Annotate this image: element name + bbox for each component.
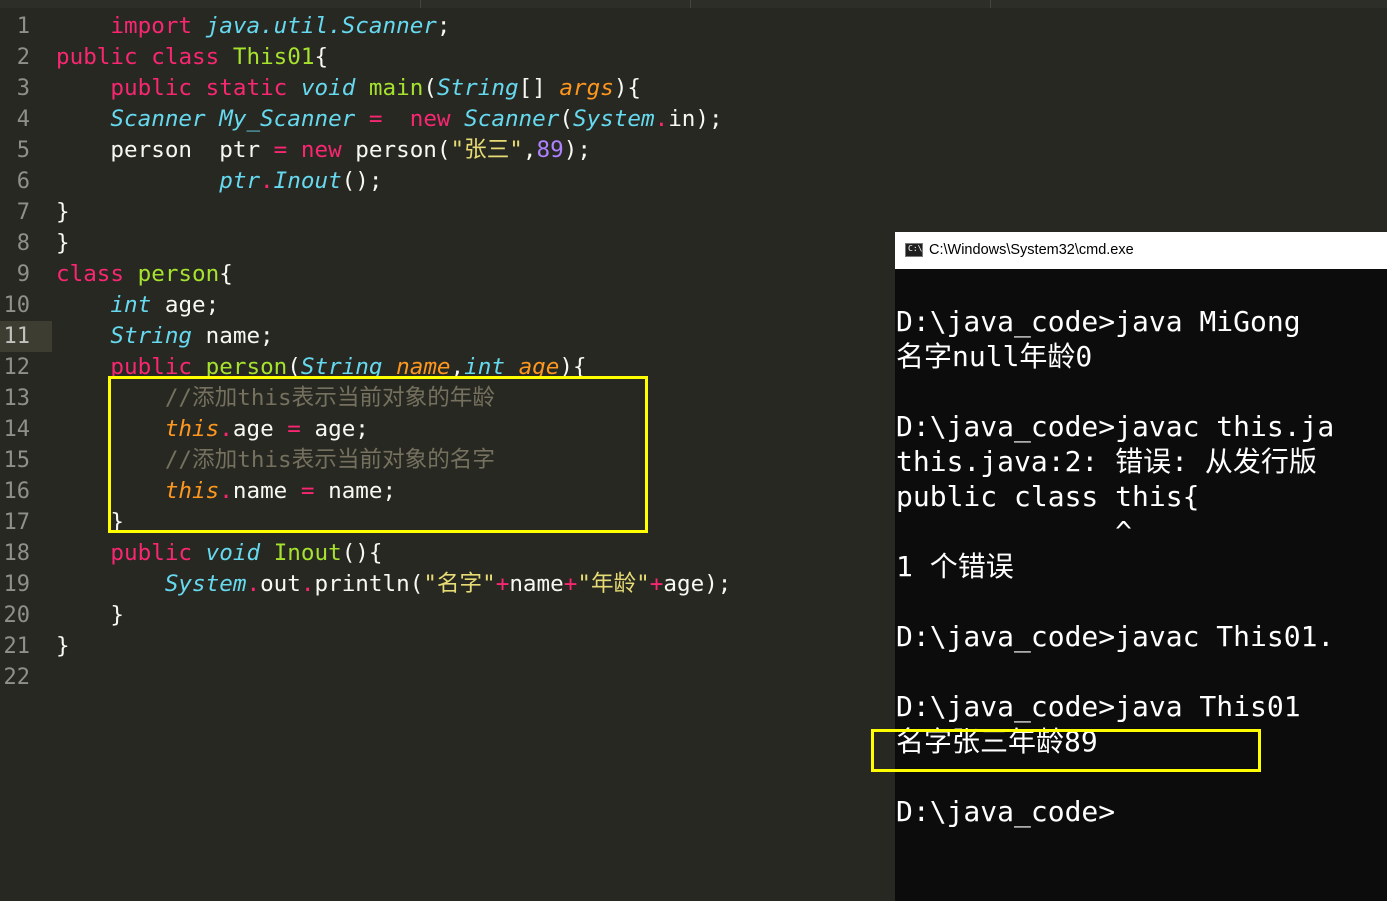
cmd-output-line: 名字null年龄0	[896, 340, 1093, 373]
code-line-3: public static void main(String[] args){	[110, 75, 642, 101]
cmd-window-icon: C:\	[905, 243, 923, 257]
cmd-output-line: public class this{	[896, 480, 1200, 513]
cmd-output-line: D:\java_code>javac This01.	[896, 620, 1335, 653]
line-number: 3	[16, 76, 30, 101]
line-number: 2	[16, 45, 30, 70]
line-number: 8	[16, 231, 30, 256]
line-number: 9	[16, 262, 30, 287]
line-number: 15	[3, 448, 31, 473]
line-number: 22	[3, 665, 31, 690]
line-number: 21	[3, 634, 31, 659]
line-number: 4	[16, 107, 30, 132]
line-number: 7	[16, 200, 30, 225]
code-line-4: Scanner My_Scanner = new Scanner(System.…	[110, 106, 723, 132]
line-number-gutter: 1 2 3 4 5 6 7 8 9 10 11 12 13 14 15 16 17 18 19 20 21 22	[0, 11, 52, 693]
cmd-output-line	[896, 654, 1387, 689]
line-number: 20	[3, 603, 31, 628]
tab-separator	[420, 0, 421, 8]
line-number: 16	[3, 479, 31, 504]
tab-separator	[990, 0, 991, 8]
tab-separator	[690, 0, 691, 8]
output-highlight-box	[871, 729, 1261, 772]
line-number: 11	[0, 321, 52, 352]
line-number: 5	[16, 138, 30, 163]
cmd-output-line: ^	[896, 515, 1133, 548]
code-line-11: String name;	[110, 323, 274, 349]
code-line-1: import java.util.Scanner;	[110, 13, 451, 39]
code-line-18: public void Inout(){	[110, 540, 383, 566]
line-number: 12	[3, 355, 31, 380]
cmd-window[interactable]: C:\ C:\Windows\System32\cmd.exe D:\java_…	[895, 232, 1387, 901]
line-number: 14	[3, 417, 31, 442]
code-line-21: }	[56, 633, 70, 659]
code-line-2: public class This01{	[56, 44, 329, 70]
code-line-6: ptr.Inout();	[219, 168, 383, 194]
code-line-9: class person{	[56, 261, 233, 287]
cmd-output-line: D:\java_code>java This01	[896, 690, 1301, 723]
cmd-output-line	[896, 584, 1387, 619]
line-number: 10	[3, 293, 31, 318]
code-line-19: System.out.println("名字"+name+"年龄"+age);	[164, 571, 732, 597]
line-number: 1	[16, 14, 30, 39]
line-number: 17	[3, 510, 31, 535]
code-line-7: }	[56, 199, 70, 225]
tab-bar	[0, 0, 1387, 8]
code-line-20: }	[110, 602, 125, 628]
cmd-output-line: 1 个错误	[896, 550, 1014, 583]
code-line-8: }	[56, 230, 70, 256]
cmd-title-bar[interactable]: C:\ C:\Windows\System32\cmd.exe	[895, 232, 1387, 269]
line-number: 13	[3, 386, 31, 411]
line-number: 19	[3, 572, 31, 597]
cmd-output-line: D:\java_code>	[896, 795, 1116, 828]
cmd-output-line: D:\java_code>javac this.ja	[896, 410, 1335, 443]
cmd-output-line: this.java:2: 错误: 从发行版	[896, 445, 1317, 478]
line-number: 18	[3, 541, 31, 566]
code-line-5: person ptr = new person("张三",89);	[110, 137, 591, 163]
cmd-output-line: D:\java_code>java MiGong	[896, 305, 1301, 338]
cmd-title-text: C:\Windows\System32\cmd.exe	[929, 242, 1134, 258]
constructor-highlight-box	[108, 376, 648, 533]
line-number: 6	[16, 169, 30, 194]
code-area[interactable]: import java.util.Scanner; public class T…	[56, 11, 731, 693]
cmd-output-line	[896, 374, 1387, 409]
code-line-10: int age;	[110, 292, 220, 318]
